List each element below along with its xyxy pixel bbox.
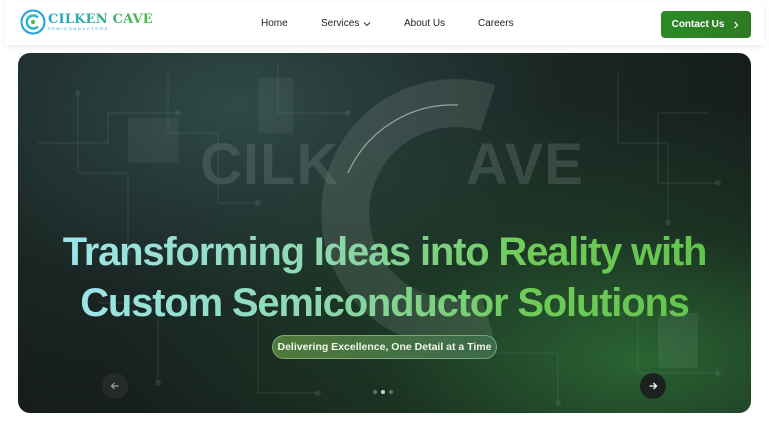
nav-item-about[interactable]: About Us	[404, 18, 445, 29]
carousel-next-button[interactable]	[640, 373, 666, 399]
chevron-right-icon	[734, 21, 739, 28]
hero-watermark-left: CILK	[200, 132, 340, 197]
carousel-dot-3[interactable]	[389, 390, 393, 394]
arrow-right-icon	[649, 382, 658, 390]
hero-headline-line2: Custom Semiconductor Solutions	[18, 278, 751, 329]
hero-carousel: CILK AVE Transforming Ideas into Reality…	[18, 53, 751, 413]
carousel-dot-1[interactable]	[373, 390, 377, 394]
top-navbar: CILKEN CAVE SEMICONDUCTORS Home Services…	[5, 2, 764, 45]
contact-us-label: Contact Us	[671, 19, 725, 30]
hero-watermark-right: AVE	[466, 132, 584, 197]
carousel-dots	[373, 390, 393, 394]
arrow-left-icon	[110, 382, 119, 390]
carousel-dot-2[interactable]	[381, 390, 385, 394]
hero-headline-line1: Transforming Ideas into Reality with	[18, 227, 751, 278]
hero-headline: Transforming Ideas into Reality with Cus…	[18, 227, 751, 329]
main-nav: Home Services About Us Careers	[5, 2, 764, 45]
carousel-prev-button[interactable]	[102, 373, 128, 399]
nav-item-services-label: Services	[321, 18, 360, 29]
hero-tagline-badge: Delivering Excellence, One Detail at a T…	[272, 335, 497, 359]
nav-item-home[interactable]: Home	[261, 18, 288, 29]
nav-item-services[interactable]: Services	[321, 18, 371, 29]
contact-us-button[interactable]: Contact Us	[661, 11, 751, 38]
nav-item-careers[interactable]: Careers	[478, 18, 514, 29]
chevron-down-icon	[364, 21, 371, 26]
